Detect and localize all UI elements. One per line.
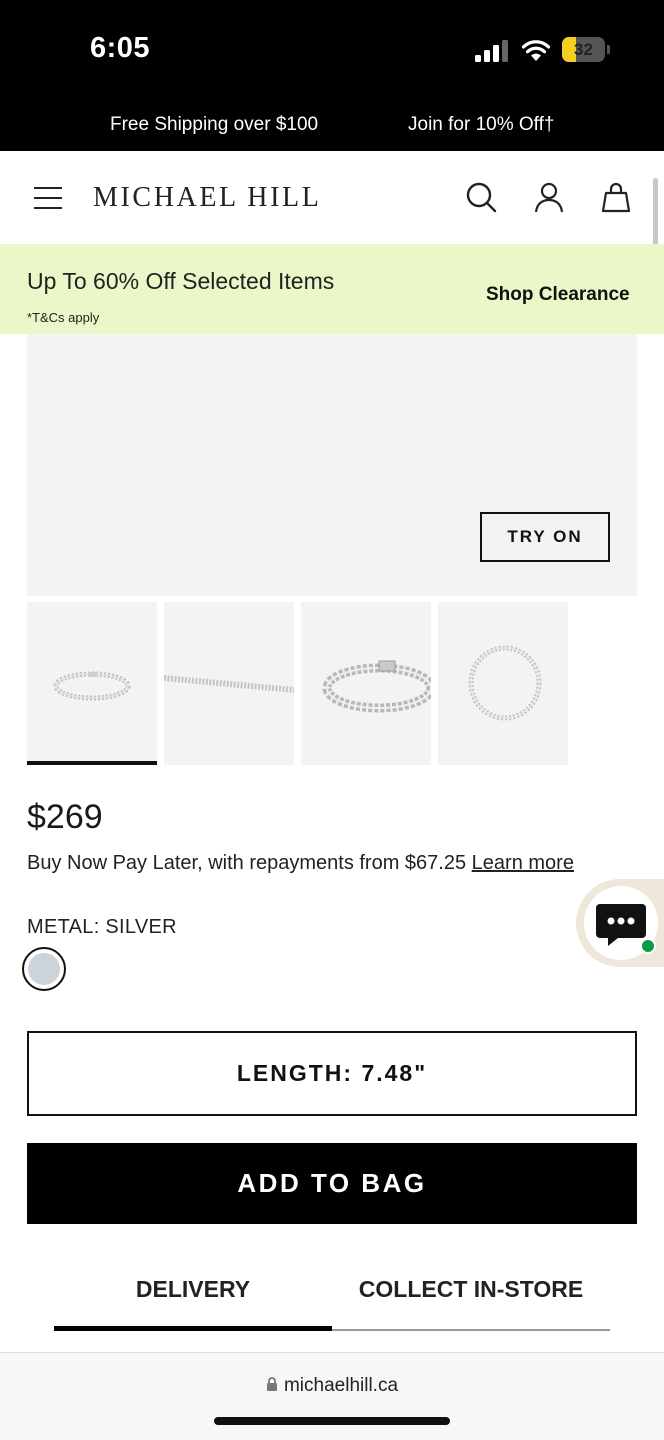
learn-more-link[interactable]: Learn more — [472, 852, 574, 874]
bracelet-round-image — [468, 645, 542, 721]
promo-bar: Free Shipping over $100 Join for 10% Off… — [0, 100, 664, 151]
menu-icon[interactable] — [34, 187, 62, 209]
clearance-banner[interactable]: Up To 60% Off Selected Items *T&Cs apply… — [0, 244, 664, 334]
url-text: michaelhill.ca — [283, 1375, 399, 1396]
chat-widget[interactable] — [576, 879, 664, 967]
status-time: 6:05 — [90, 32, 151, 64]
free-shipping-link[interactable]: Free Shipping over $100 — [110, 114, 318, 136]
bnpl-info: Buy Now Pay Later, with repayments from … — [27, 852, 574, 875]
search-icon[interactable] — [465, 181, 497, 213]
bracelet-oval-image — [53, 671, 131, 701]
add-to-bag-button[interactable]: ADD TO BAG — [27, 1143, 637, 1224]
home-indicator[interactable] — [214, 1417, 450, 1425]
silver-swatch-color — [28, 953, 60, 985]
tab-delivery[interactable]: DELIVERY — [54, 1276, 332, 1303]
url-display[interactable]: michaelhill.ca — [0, 1375, 664, 1397]
join-offer-link[interactable]: Join for 10% Off† — [408, 114, 554, 136]
active-tab-indicator — [54, 1326, 332, 1331]
status-bar: 6:05 32 — [0, 0, 664, 100]
product-thumbnail-4[interactable] — [438, 602, 568, 765]
battery-indicator: 32 — [562, 37, 610, 62]
shopping-bag-icon[interactable] — [600, 181, 632, 213]
product-thumbnail-3[interactable] — [301, 602, 431, 765]
active-thumbnail-indicator — [27, 761, 157, 765]
bracelet-closeup-image — [322, 660, 431, 713]
length-selector-button[interactable]: LENGTH: 7.48" — [27, 1031, 637, 1116]
tab-collect-in-store[interactable]: COLLECT IN-STORE — [332, 1276, 610, 1303]
metal-swatch-silver[interactable] — [22, 947, 66, 991]
clearance-terms: *T&Cs apply — [27, 310, 100, 325]
browser-url-bar[interactable]: michaelhill.ca — [0, 1352, 664, 1440]
site-header: MICHAEL HILL — [0, 151, 664, 244]
wifi-icon — [521, 40, 551, 61]
bracelet-flat-image — [164, 675, 294, 693]
account-icon[interactable] — [533, 181, 565, 213]
clearance-title: Up To 60% Off Selected Items — [27, 268, 335, 294]
shop-clearance-link[interactable]: Shop Clearance — [486, 284, 630, 306]
cellular-signal-icon — [475, 40, 508, 62]
bnpl-text: Buy Now Pay Later, with repayments from … — [27, 852, 467, 874]
product-main-image[interactable]: TRY ON — [27, 334, 637, 596]
product-price: $269 — [27, 798, 103, 836]
brand-logo[interactable]: MICHAEL HILL — [93, 182, 321, 214]
lock-icon — [266, 1377, 277, 1391]
chat-icon — [596, 904, 656, 954]
product-thumbnail-2[interactable] — [164, 602, 294, 765]
product-thumbnail-1[interactable] — [27, 602, 157, 765]
battery-percent: 32 — [574, 40, 593, 59]
metal-label: METAL: SILVER — [27, 916, 177, 938]
try-on-button[interactable]: TRY ON — [480, 512, 610, 562]
